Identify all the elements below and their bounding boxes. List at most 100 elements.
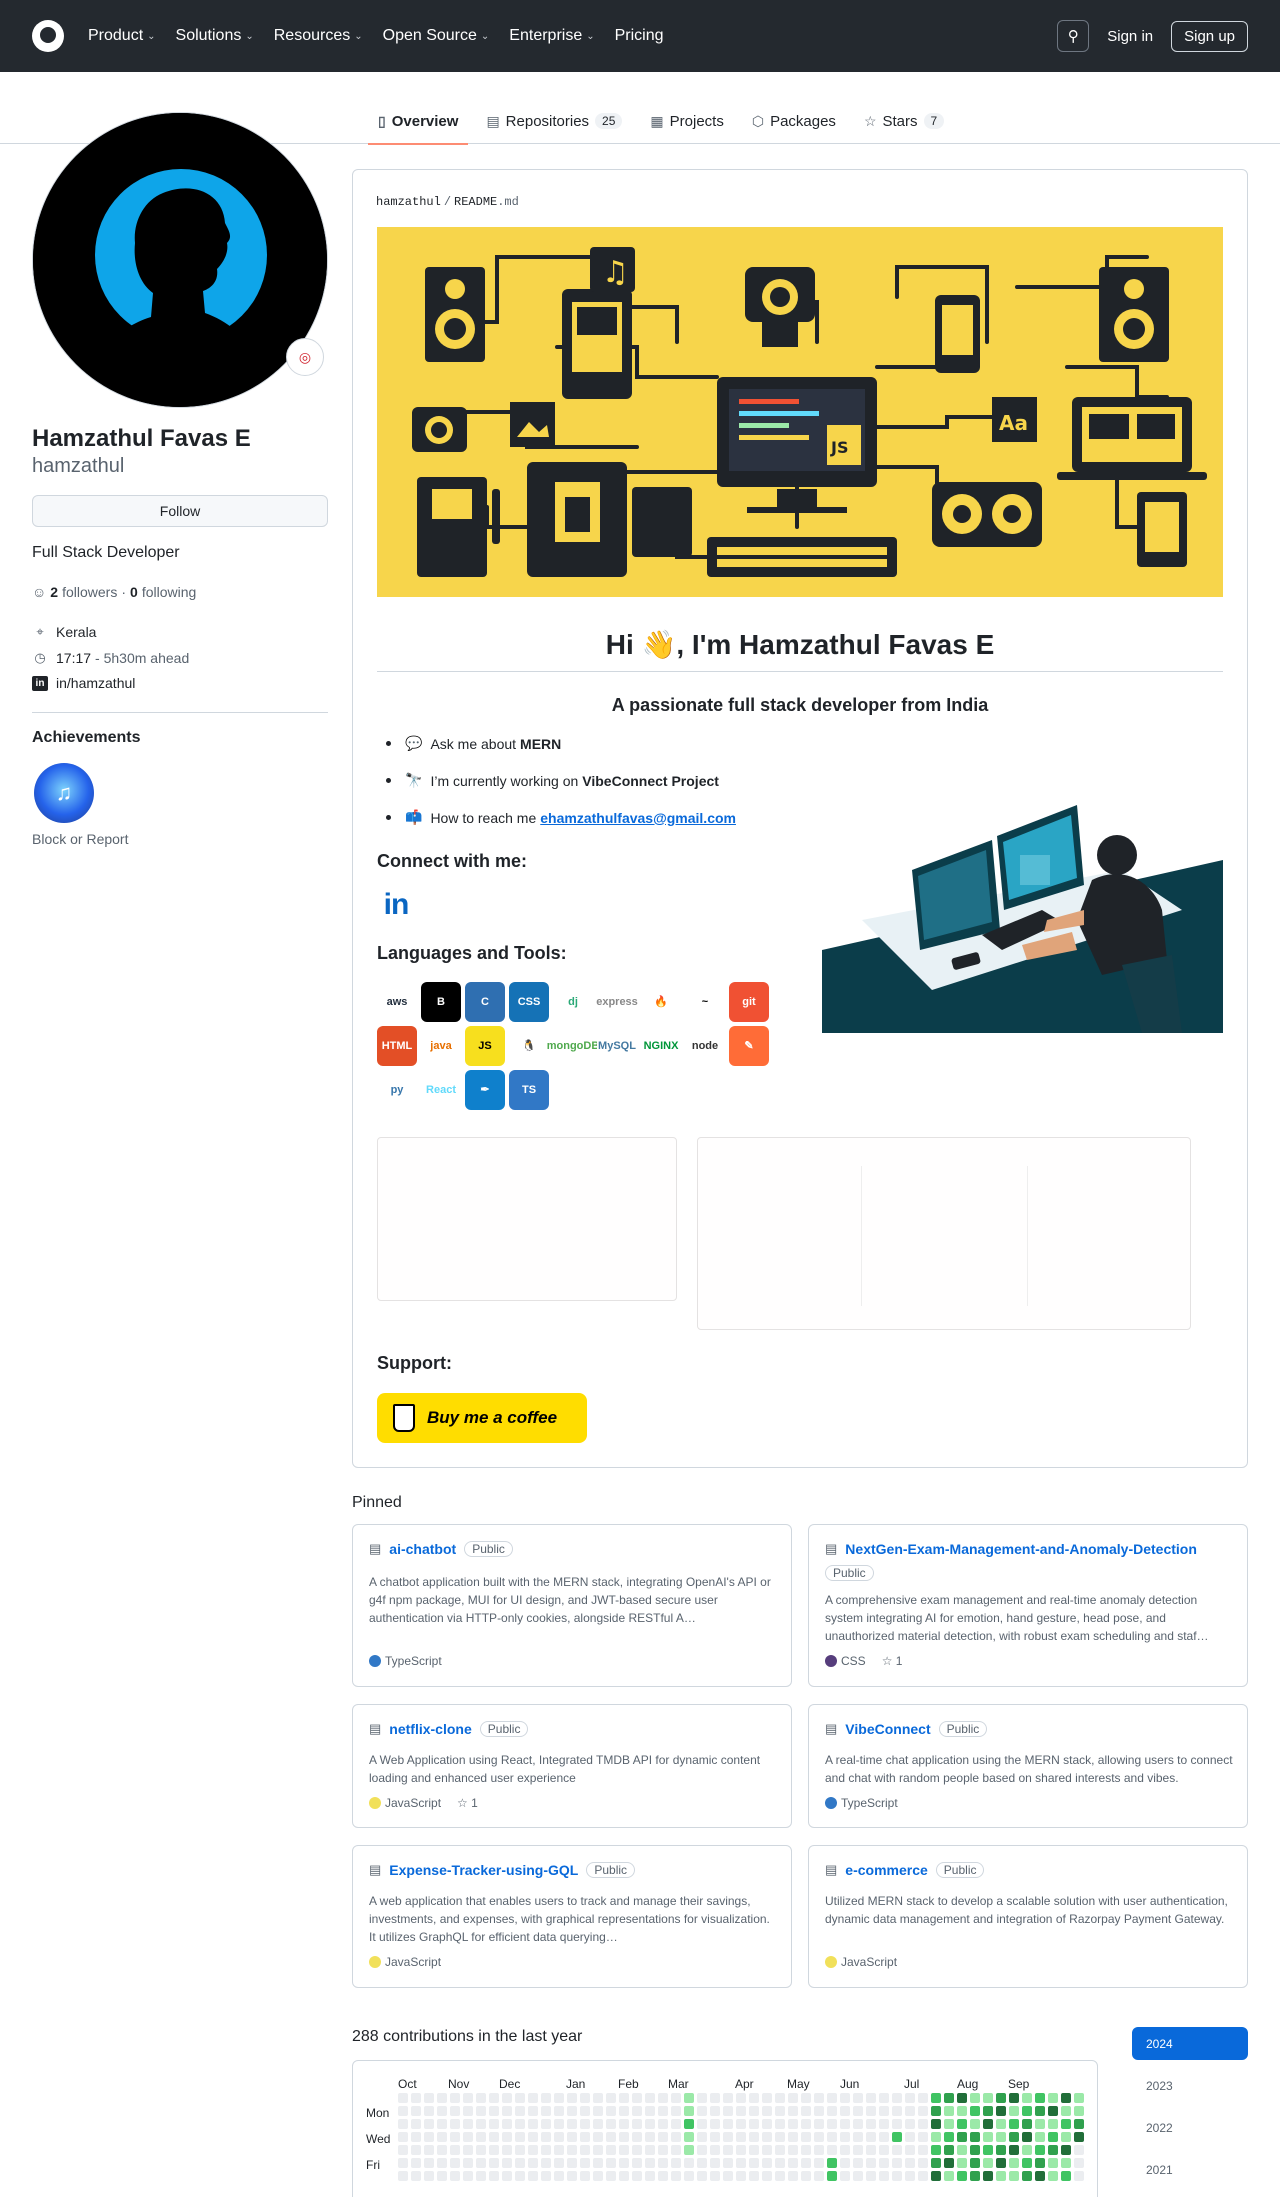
contribution-day-cell[interactable] [762, 2119, 772, 2129]
contribution-day-cell[interactable] [671, 2106, 681, 2116]
contribution-day-cell[interactable] [580, 2171, 590, 2181]
contribution-day-cell[interactable] [658, 2158, 668, 2168]
contribution-day-cell[interactable] [684, 2119, 694, 2129]
contribution-day-cell[interactable] [866, 2145, 876, 2155]
nav-item[interactable]: Pricing [615, 27, 664, 45]
contribution-day-cell[interactable] [476, 2119, 486, 2129]
contribution-day-cell[interactable] [853, 2106, 863, 2116]
contribution-day-cell[interactable] [632, 2119, 642, 2129]
contribution-day-cell[interactable] [827, 2145, 837, 2155]
contribution-day-cell[interactable] [1022, 2171, 1032, 2181]
tool-icon[interactable]: TS [509, 1070, 549, 1110]
contribution-day-cell[interactable] [463, 2171, 473, 2181]
contribution-day-cell[interactable] [450, 2119, 460, 2129]
contribution-day-cell[interactable] [1061, 2093, 1071, 2103]
tab-repositories[interactable]: ▤ Repositories 25 [476, 98, 632, 144]
tab-packages[interactable]: ⬡ Packages [742, 98, 846, 144]
contribution-day-cell[interactable] [463, 2106, 473, 2116]
nav-item[interactable]: Product ⌄ [88, 27, 156, 45]
following-count[interactable]: 0 [130, 584, 138, 600]
contribution-day-cell[interactable] [411, 2132, 421, 2142]
contribution-day-cell[interactable] [749, 2132, 759, 2142]
contribution-day-cell[interactable] [801, 2093, 811, 2103]
contribution-day-cell[interactable] [398, 2093, 408, 2103]
contribution-day-cell[interactable] [1048, 2093, 1058, 2103]
repo-stars[interactable]: ☆ 1 [457, 1796, 478, 1810]
profile-social-link[interactable]: in in/hamzathul [32, 675, 135, 691]
contribution-day-cell[interactable] [814, 2093, 824, 2103]
contribution-day-cell[interactable] [762, 2106, 772, 2116]
contribution-day-cell[interactable] [1074, 2119, 1084, 2129]
contribution-day-cell[interactable] [684, 2171, 694, 2181]
contribution-day-cell[interactable] [1009, 2119, 1019, 2129]
contribution-day-cell[interactable] [567, 2145, 577, 2155]
contribution-day-cell[interactable] [684, 2132, 694, 2142]
contribution-day-cell[interactable] [463, 2132, 473, 2142]
contribution-day-cell[interactable] [996, 2132, 1006, 2142]
contribution-day-cell[interactable] [567, 2093, 577, 2103]
contribution-day-cell[interactable] [983, 2106, 993, 2116]
contribution-day-cell[interactable] [736, 2145, 746, 2155]
contribution-day-cell[interactable] [528, 2132, 538, 2142]
contribution-day-cell[interactable] [528, 2106, 538, 2116]
contribution-day-cell[interactable] [983, 2158, 993, 2168]
contribution-day-cell[interactable] [567, 2158, 577, 2168]
nav-item[interactable]: Enterprise ⌄ [509, 27, 594, 45]
contribution-day-cell[interactable] [567, 2119, 577, 2129]
contribution-day-cell[interactable] [606, 2132, 616, 2142]
contribution-day-cell[interactable] [892, 2171, 902, 2181]
contribution-day-cell[interactable] [489, 2106, 499, 2116]
contribution-day-cell[interactable] [476, 2106, 486, 2116]
contribution-day-cell[interactable] [1061, 2145, 1071, 2155]
tool-icon[interactable]: mongoDB [547, 1026, 599, 1066]
contribution-day-cell[interactable] [853, 2145, 863, 2155]
contribution-day-cell[interactable] [749, 2171, 759, 2181]
contribution-day-cell[interactable] [619, 2171, 629, 2181]
contribution-day-cell[interactable] [528, 2145, 538, 2155]
contribution-day-cell[interactable] [437, 2093, 447, 2103]
contribution-day-cell[interactable] [970, 2145, 980, 2155]
contribution-day-cell[interactable] [1035, 2093, 1045, 2103]
contribution-day-cell[interactable] [684, 2145, 694, 2155]
readme-path-user[interactable]: hamzathul [376, 195, 441, 209]
tool-icon[interactable]: JS [465, 1026, 505, 1066]
contribution-day-cell[interactable] [736, 2132, 746, 2142]
contribution-day-cell[interactable] [723, 2119, 733, 2129]
tool-icon[interactable]: dj [553, 982, 593, 1022]
contribution-day-cell[interactable] [398, 2132, 408, 2142]
contribution-day-cell[interactable] [515, 2106, 525, 2116]
contribution-day-cell[interactable] [632, 2106, 642, 2116]
contribution-day-cell[interactable] [814, 2106, 824, 2116]
contribution-day-cell[interactable] [736, 2171, 746, 2181]
contribution-day-cell[interactable] [1022, 2158, 1032, 2168]
contribution-day-cell[interactable] [840, 2119, 850, 2129]
contribution-day-cell[interactable] [879, 2132, 889, 2142]
contribution-day-cell[interactable] [645, 2119, 655, 2129]
contribution-day-cell[interactable] [580, 2158, 590, 2168]
contribution-day-cell[interactable] [450, 2145, 460, 2155]
contribution-day-cell[interactable] [788, 2132, 798, 2142]
contribution-day-cell[interactable] [697, 2106, 707, 2116]
contribution-day-cell[interactable] [918, 2093, 928, 2103]
contribution-day-cell[interactable] [619, 2132, 629, 2142]
contribution-day-cell[interactable] [515, 2145, 525, 2155]
contribution-day-cell[interactable] [398, 2145, 408, 2155]
contribution-day-cell[interactable] [892, 2145, 902, 2155]
contribution-day-cell[interactable] [541, 2145, 551, 2155]
contribution-day-cell[interactable] [1035, 2158, 1045, 2168]
contribution-day-cell[interactable] [996, 2119, 1006, 2129]
contribution-day-cell[interactable] [957, 2158, 967, 2168]
contribution-day-cell[interactable] [658, 2132, 668, 2142]
contribution-day-cell[interactable] [606, 2145, 616, 2155]
tool-icon[interactable]: git [729, 982, 769, 1022]
contribution-day-cell[interactable] [801, 2106, 811, 2116]
tab-stars[interactable]: ☆ Stars 7 [854, 98, 954, 144]
contribution-day-cell[interactable] [502, 2119, 512, 2129]
contribution-day-cell[interactable] [411, 2171, 421, 2181]
contribution-day-cell[interactable] [476, 2093, 486, 2103]
contribution-day-cell[interactable] [801, 2132, 811, 2142]
contribution-day-cell[interactable] [801, 2171, 811, 2181]
contribution-day-cell[interactable] [918, 2171, 928, 2181]
contribution-day-cell[interactable] [775, 2145, 785, 2155]
contribution-day-cell[interactable] [749, 2145, 759, 2155]
